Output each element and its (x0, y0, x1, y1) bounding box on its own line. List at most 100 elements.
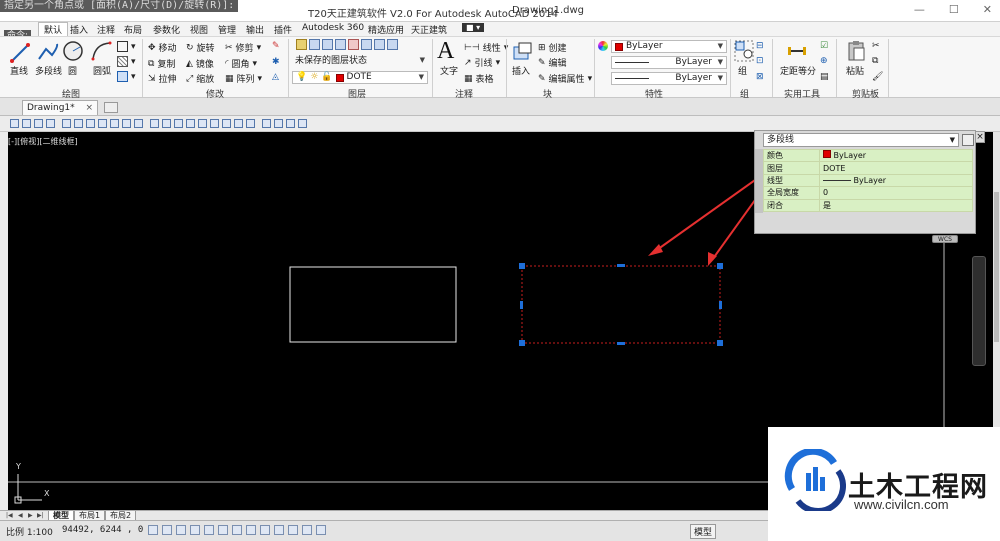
table-row[interactable]: 全局宽度 0 (763, 186, 973, 200)
grip-corner[interactable] (717, 263, 723, 269)
toolbar-button[interactable] (274, 119, 283, 128)
navigation-bar[interactable] (972, 256, 986, 366)
polyline-tool-icon[interactable] (36, 41, 60, 65)
group-select-tool[interactable]: ⊠ (756, 72, 764, 82)
toolbar-button[interactable] (174, 119, 183, 128)
status-toggle-button[interactable] (204, 525, 214, 535)
rectangle-polyline[interactable] (289, 266, 457, 343)
toolbar-button[interactable] (198, 119, 207, 128)
layer-off-icon[interactable] (348, 39, 359, 50)
group-icon[interactable] (734, 40, 754, 62)
calculator-tool[interactable]: ▤ (820, 72, 829, 82)
layer-freeze-icon[interactable] (361, 39, 372, 50)
grip-midpoint[interactable] (520, 301, 523, 309)
toolbar-button[interactable] (110, 119, 119, 128)
cut-tool[interactable]: ✂ (872, 41, 880, 51)
line-tool-icon[interactable] (8, 41, 32, 65)
tab-annotate[interactable]: 注释 (97, 23, 115, 36)
region-tool[interactable]: ▾ (117, 71, 136, 82)
close-icon[interactable]: ✕ (983, 3, 992, 16)
tab-manage[interactable]: 管理 (218, 23, 236, 36)
status-toggle-button[interactable] (232, 525, 242, 535)
circle-tool-label[interactable]: 圆 (68, 64, 77, 77)
measure-label[interactable]: 定距等分 (780, 64, 816, 77)
erase-tool[interactable]: ✎ (272, 41, 280, 51)
toolbar-button[interactable] (22, 119, 31, 128)
palette-close-button[interactable]: × (975, 131, 985, 143)
grip-corner[interactable] (519, 263, 525, 269)
property-value[interactable]: ByLayer (819, 173, 973, 188)
object-type-dropdown[interactable]: 多段线 ▼ (763, 133, 959, 147)
palette-settings-button[interactable] (962, 134, 974, 146)
table-row[interactable]: 线型 ByLayer (763, 173, 973, 188)
lineweight-dropdown[interactable]: ByLayer ▼ (611, 72, 727, 85)
toolbar-button[interactable] (86, 119, 95, 128)
document-tab[interactable]: Drawing1* × (22, 100, 98, 115)
tab-default[interactable]: 默认 (38, 22, 69, 36)
first-layout-icon[interactable]: |◀ (6, 512, 13, 519)
grip-corner[interactable] (717, 340, 723, 346)
selected-polyline[interactable] (521, 265, 721, 344)
toolbar-button[interactable] (162, 119, 171, 128)
coordinate-readout[interactable]: 94492, 6244 , 0 (62, 525, 143, 535)
toolbar-button[interactable] (150, 119, 159, 128)
toolbar-button[interactable] (234, 119, 243, 128)
grip-corner[interactable] (519, 340, 525, 346)
toolbar-button[interactable] (222, 119, 231, 128)
layer-match-icon[interactable] (335, 39, 346, 50)
property-value[interactable]: ByLayer (819, 148, 973, 163)
tab-insert[interactable]: 插入 (70, 23, 88, 36)
create-block-tool[interactable]: ⊞ 创建 (538, 41, 567, 55)
linetype-dropdown[interactable]: ByLayer ▼ (611, 56, 727, 69)
group-label[interactable]: 组 (738, 64, 747, 77)
edit-block-tool[interactable]: ✎ 编辑 (538, 56, 567, 70)
status-toggle-button[interactable] (148, 525, 158, 535)
workspace-toggle[interactable]: ■ ▾ (462, 23, 485, 32)
status-toggle-button[interactable] (218, 525, 228, 535)
table-row[interactable]: 图层 DOTE (763, 161, 973, 175)
grip-midpoint[interactable] (617, 264, 625, 267)
id-point-tool[interactable]: ⊕ (820, 56, 828, 66)
grip-midpoint[interactable] (719, 301, 722, 309)
text-tool-icon[interactable]: A (437, 38, 454, 65)
rectangle-tool[interactable]: ▾ (117, 41, 136, 52)
layer-state-icon[interactable] (309, 39, 320, 50)
insert-block-icon[interactable] (512, 41, 534, 63)
property-value[interactable]: 0 (819, 186, 973, 200)
table-row[interactable]: 颜色 ByLayer (763, 148, 973, 163)
layer-iso-icon[interactable] (322, 39, 333, 50)
toolbar-button[interactable] (10, 119, 19, 128)
layer-properties-icon[interactable] (296, 39, 307, 50)
toolbar-button[interactable] (298, 119, 307, 128)
model-space-toggle[interactable]: 模型 (690, 524, 717, 539)
toolbar-button[interactable] (286, 119, 295, 128)
linear-dim-tool[interactable]: ⊢⊣线性▾ (464, 41, 508, 55)
layer-copy-icon[interactable] (387, 39, 398, 50)
match-clip-tool[interactable]: 🖌 (872, 72, 883, 82)
annotation-scale[interactable]: 比例 1:100 (6, 525, 53, 538)
move-tool[interactable]: ✥ 移动 (148, 41, 177, 55)
close-tab-icon[interactable]: × (85, 101, 93, 115)
toolbar-button[interactable] (98, 119, 107, 128)
explode-tool[interactable]: ✱ (272, 57, 280, 67)
measure-icon[interactable] (786, 41, 808, 61)
status-toggle-button[interactable] (246, 525, 256, 535)
status-toggle-button[interactable] (274, 525, 284, 535)
toolbar-button[interactable] (62, 119, 71, 128)
table-row[interactable]: 闭合 是 (763, 198, 973, 212)
grip-midpoint[interactable] (617, 342, 625, 345)
hatch-tool[interactable]: ▾ (117, 56, 136, 67)
circle-tool-icon[interactable] (62, 40, 84, 62)
status-toggle-button[interactable] (176, 525, 186, 535)
text-tool-label[interactable]: 文字 (440, 64, 458, 77)
toolbar-button[interactable] (134, 119, 143, 128)
layer-lock-icon[interactable] (374, 39, 385, 50)
tab-tangent-arch[interactable]: 天正建筑 (411, 23, 447, 36)
quick-select-tool[interactable]: ☑ (820, 41, 828, 51)
copy-tool[interactable]: ⧉ 复制 (148, 57, 175, 71)
line-tool-label[interactable]: 直线 (10, 64, 28, 77)
edit-attributes-tool[interactable]: ✎ 编辑属性 ▾ (538, 72, 592, 86)
status-toggle-button[interactable] (302, 525, 312, 535)
toolbar-button[interactable] (74, 119, 83, 128)
copy-clip-tool[interactable]: ⧉ (872, 56, 878, 66)
